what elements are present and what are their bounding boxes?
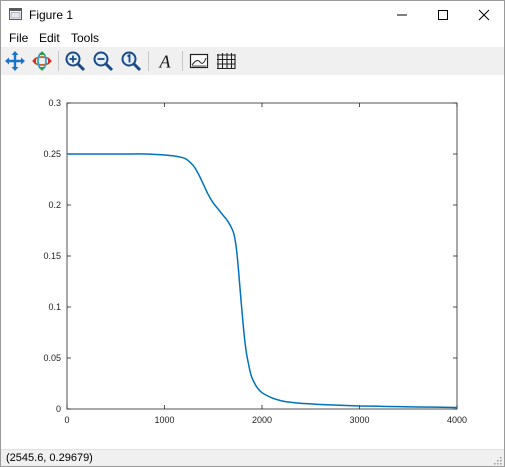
toggle-axes-button[interactable]	[188, 50, 210, 72]
zoom-reset-icon	[121, 51, 142, 72]
toolbar-separator	[182, 51, 183, 71]
pan-button[interactable]	[4, 50, 26, 72]
pan-icon	[5, 51, 25, 71]
status-bar: (2545.6, 0.29679)	[1, 449, 504, 466]
x-tick-label: 1000	[154, 415, 174, 425]
zoom-reset-button[interactable]	[120, 50, 142, 72]
axes-box	[66, 102, 458, 410]
toolbar-separator	[148, 51, 149, 71]
menu-edit[interactable]: Edit	[39, 31, 60, 45]
y-tick-label: 0	[56, 404, 61, 414]
rotate-button[interactable]	[31, 50, 53, 72]
y-tick-label: 0.1	[48, 302, 61, 312]
y-tick-label: 0.15	[43, 251, 61, 261]
x-tick-label: 0	[64, 415, 69, 425]
y-tick-label: 0.3	[48, 98, 61, 108]
minimize-icon	[397, 14, 407, 16]
figure-toolbar: A	[1, 47, 504, 75]
resize-grip-icon[interactable]	[492, 455, 502, 465]
insert-text-icon: A	[159, 52, 172, 72]
zoom-in-icon	[65, 51, 86, 72]
close-icon	[478, 9, 490, 21]
zoom-in-button[interactable]	[64, 50, 86, 72]
figure-canvas[interactable]: 0 1000 2000 3000 4000 0 0.05 0.1 0.15 0.2 0.25 0.3	[1, 75, 504, 449]
plot-area[interactable]: 0 1000 2000 3000 4000 0 0.05 0.1 0.15 0.2 0.25 0.3	[1, 75, 504, 449]
figure-window: Figure 1 File Edit Tools A 0 1000 2000 3…	[0, 0, 505, 467]
toggle-axes-icon	[189, 53, 209, 69]
zoom-out-button[interactable]	[92, 50, 114, 72]
menu-bar: File Edit Tools	[1, 29, 504, 47]
title-bar[interactable]: Figure 1	[1, 1, 504, 29]
maximize-icon	[438, 10, 448, 20]
x-tick-label: 4000	[447, 415, 467, 425]
toggle-grid-icon	[217, 53, 236, 70]
rotate-icon	[32, 51, 52, 71]
minimize-button[interactable]	[385, 1, 419, 29]
cursor-coordinates: (2545.6, 0.29679)	[6, 452, 93, 464]
insert-text-button[interactable]: A	[154, 50, 176, 72]
y-tick-label: 0.25	[43, 149, 61, 159]
toolbar-separator	[58, 51, 59, 71]
zoom-out-icon	[93, 51, 114, 72]
x-tick-label: 3000	[349, 415, 369, 425]
svg-text:A: A	[159, 52, 172, 72]
y-tick-label: 0.05	[43, 353, 61, 363]
close-button[interactable]	[467, 1, 501, 29]
menu-file[interactable]: File	[9, 31, 28, 45]
figure-app-icon	[9, 8, 22, 20]
toggle-grid-button[interactable]	[215, 50, 237, 72]
menu-tools[interactable]: Tools	[71, 31, 99, 45]
x-tick-label: 2000	[252, 415, 272, 425]
window-title: Figure 1	[29, 8, 74, 22]
y-tick-label: 0.2	[48, 200, 61, 210]
maximize-button[interactable]	[426, 1, 460, 29]
